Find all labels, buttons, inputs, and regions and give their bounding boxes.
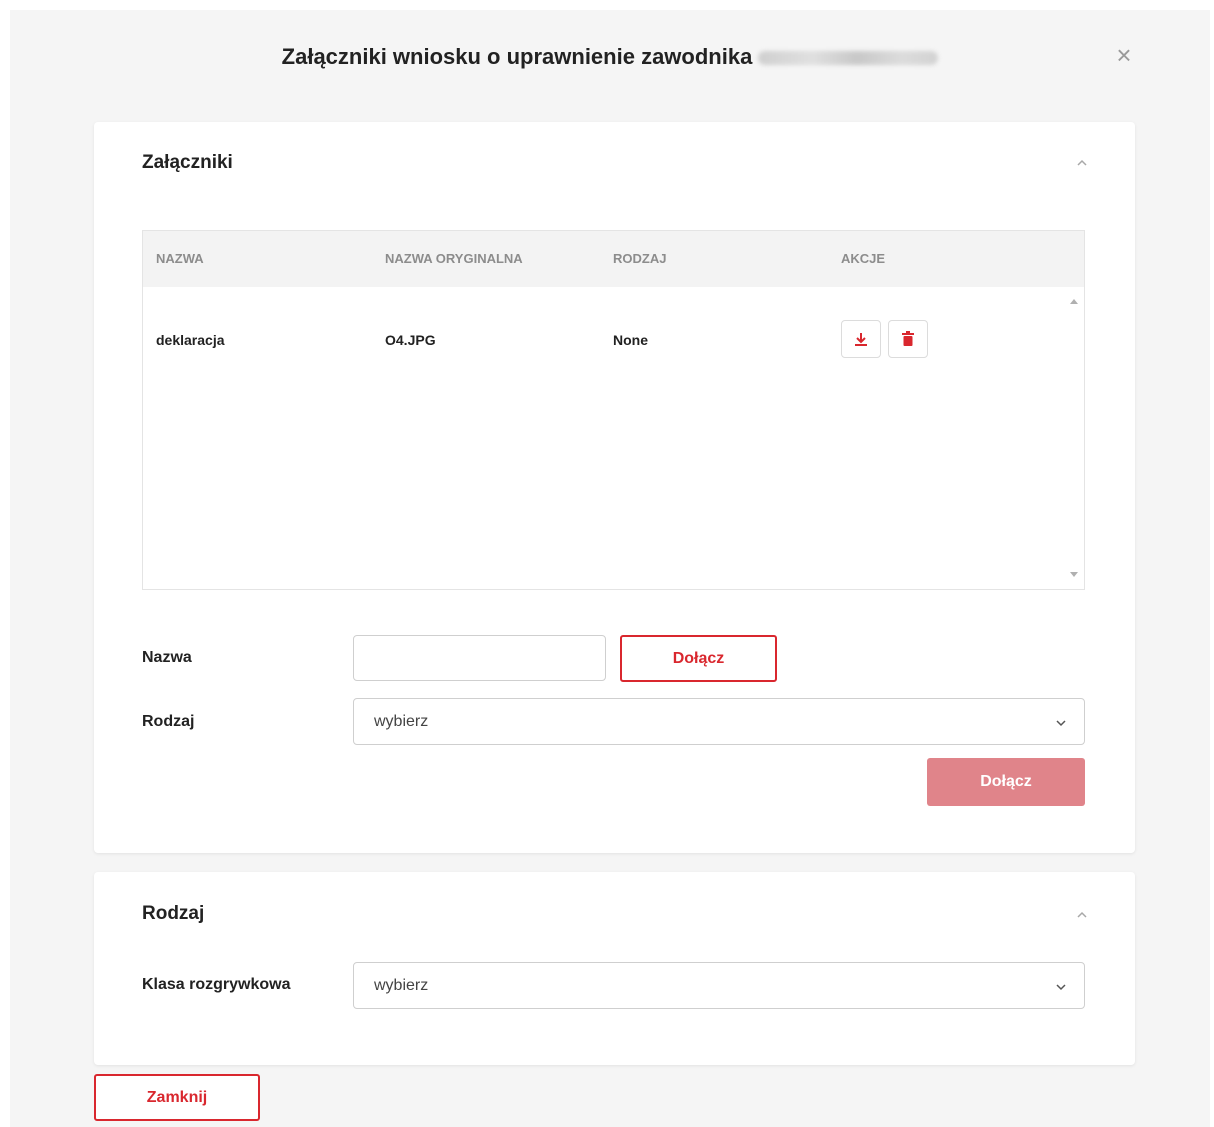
type-card: Rodzaj Klasa rozgrywkowa wybierz bbox=[94, 872, 1135, 1065]
download-button[interactable] bbox=[841, 320, 881, 358]
download-icon bbox=[855, 333, 867, 346]
trash-icon bbox=[902, 331, 914, 346]
close-button[interactable]: Zamknij bbox=[94, 1074, 260, 1121]
close-icon[interactable]: × bbox=[1112, 42, 1136, 68]
scroll-down-arrow[interactable] bbox=[1070, 572, 1078, 577]
column-header-type: RODZAJ bbox=[613, 251, 667, 266]
league-class-select-value: wybierz bbox=[374, 977, 429, 994]
modal-dialog: Załączniki wniosku o uprawnienie zawodni… bbox=[10, 10, 1210, 1127]
chevron-up-icon[interactable] bbox=[1075, 908, 1089, 922]
type-select-value: wybierz bbox=[374, 713, 429, 730]
redacted-player-name bbox=[758, 51, 939, 66]
type-label: Rodzaj bbox=[142, 713, 195, 730]
modal-title-text: Załączniki wniosku o uprawnienie zawodni… bbox=[281, 44, 753, 69]
table-header: NAZWA NAZWA ORYGINALNA RODZAJ AKCJE bbox=[143, 231, 1084, 287]
league-class-select[interactable]: wybierz bbox=[353, 962, 1085, 1009]
modal-title: Załączniki wniosku o uprawnienie zawodni… bbox=[10, 44, 1210, 70]
cell-type: None bbox=[613, 332, 648, 348]
chevron-down-icon bbox=[1056, 720, 1066, 727]
column-header-original-name: NAZWA ORYGINALNA bbox=[385, 251, 523, 266]
chevron-up-icon[interactable] bbox=[1075, 156, 1089, 170]
submit-attachment-button[interactable]: Dołącz bbox=[927, 758, 1085, 806]
name-input[interactable] bbox=[353, 635, 606, 681]
attachments-table: NAZWA NAZWA ORYGINALNA RODZAJ AKCJE dekl… bbox=[142, 230, 1085, 590]
scroll-up-arrow[interactable] bbox=[1070, 299, 1078, 304]
chevron-down-icon bbox=[1056, 984, 1066, 991]
column-header-name: NAZWA bbox=[156, 251, 204, 266]
type-section-title: Rodzaj bbox=[142, 903, 205, 924]
column-header-actions: AKCJE bbox=[841, 251, 886, 266]
attachments-section-title: Załączniki bbox=[142, 152, 233, 173]
cell-name: deklaracja bbox=[156, 332, 225, 348]
attachments-card: Załączniki NAZWA NAZWA ORYGINALNA RODZAJ… bbox=[94, 122, 1135, 853]
league-class-label: Klasa rozgrywkowa bbox=[142, 976, 291, 993]
name-label: Nazwa bbox=[142, 649, 192, 666]
type-select[interactable]: wybierz bbox=[353, 698, 1085, 745]
table-body: deklaracja O4.JPG None bbox=[143, 287, 1084, 589]
delete-button[interactable] bbox=[888, 320, 928, 358]
cell-original-name: O4.JPG bbox=[385, 332, 436, 348]
attach-file-button[interactable]: Dołącz bbox=[620, 635, 777, 682]
